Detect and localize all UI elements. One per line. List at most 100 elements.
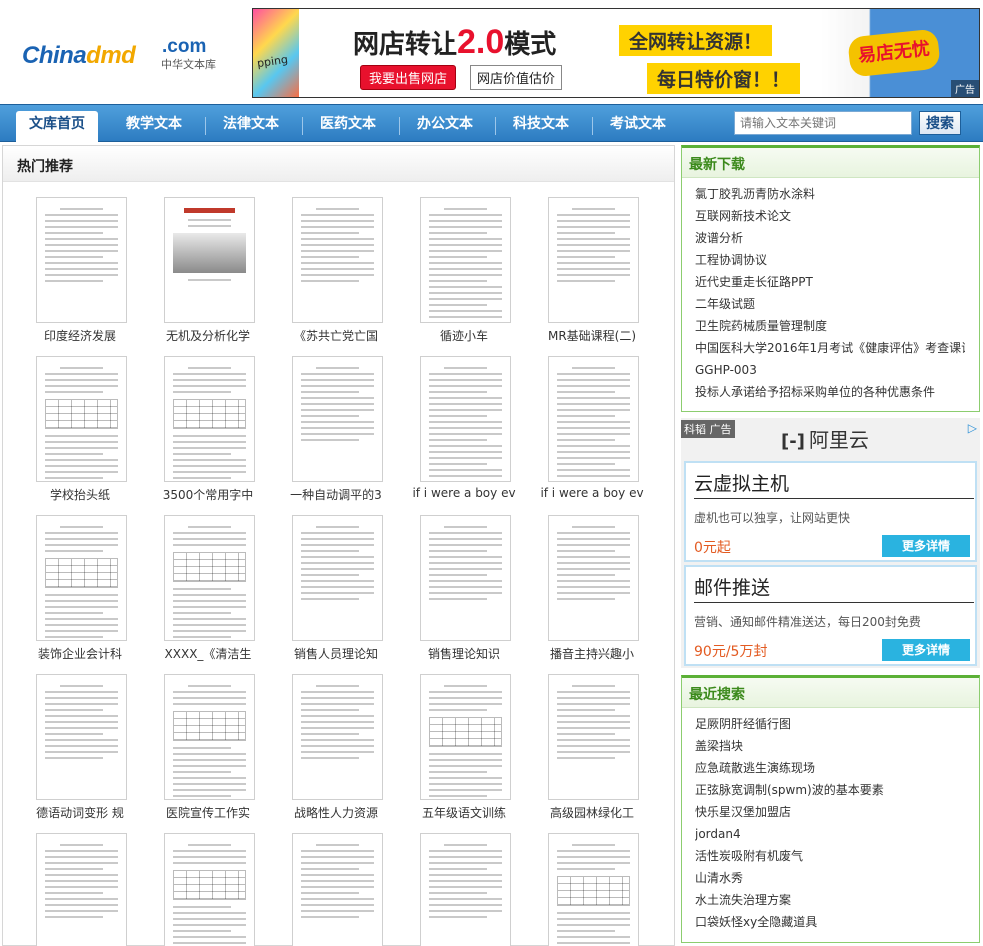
document-card[interactable]: 3500个常用字中 — [145, 356, 265, 516]
document-thumbnail[interactable] — [164, 674, 255, 800]
document-title[interactable]: XXXX_《清洁生 — [149, 645, 267, 662]
document-title[interactable]: 一种自动调平的3 — [277, 486, 395, 503]
document-card[interactable]: 战略性人力资源 — [273, 674, 393, 834]
latest-download-link[interactable]: GGHP-003 — [695, 359, 965, 381]
search-button[interactable]: 搜索 — [919, 111, 961, 135]
nav-item-law[interactable]: 法律文本 — [207, 111, 295, 143]
document-card[interactable]: 医院宣传工作实 — [145, 674, 265, 834]
document-card[interactable]: 无机及分析化学 — [145, 197, 265, 357]
document-title[interactable]: 高级园林绿化工 — [533, 804, 651, 821]
latest-download-link[interactable]: 互联网新技术论文 — [695, 205, 965, 227]
document-card[interactable]: 循迹小车 — [401, 197, 521, 357]
document-card[interactable]: 一种自动调平的3 — [273, 356, 393, 516]
sidebar-ad[interactable]: 科韬 广告 ▷ [-] 阿里云 云虚拟主机 虚机也可以独享，让网站更快 0元起 更… — [681, 418, 980, 668]
document-card[interactable] — [145, 833, 265, 946]
document-thumbnail[interactable] — [292, 833, 383, 946]
document-thumbnail[interactable] — [292, 197, 383, 323]
document-card[interactable]: if i were a boy ev — [401, 356, 521, 516]
document-card[interactable] — [273, 833, 393, 946]
document-thumbnail[interactable] — [420, 356, 511, 482]
document-card[interactable] — [529, 833, 649, 946]
latest-download-link[interactable]: 氯丁胶乳沥青防水涂料 — [695, 183, 965, 205]
document-card[interactable]: 播音主持兴趣小 — [529, 515, 649, 675]
ad-choices-icon[interactable]: ▷ — [968, 421, 977, 435]
document-thumbnail[interactable] — [292, 356, 383, 482]
document-thumbnail[interactable] — [420, 674, 511, 800]
document-thumbnail[interactable] — [548, 515, 639, 641]
document-thumbnail[interactable] — [420, 515, 511, 641]
document-title[interactable]: MR基础课程(二) — [533, 327, 651, 344]
ad-card-hosting[interactable]: 云虚拟主机 虚机也可以独享，让网站更快 0元起 更多详情 — [684, 461, 977, 562]
document-thumbnail[interactable] — [36, 515, 127, 641]
document-title[interactable]: if i were a boy ev — [405, 486, 523, 500]
document-thumbnail[interactable] — [36, 197, 127, 323]
recent-search-link[interactable]: 活性炭吸附有机废气 — [695, 845, 965, 867]
recent-search-link[interactable]: 盖梁挡块 — [695, 735, 965, 757]
document-thumbnail[interactable] — [36, 356, 127, 482]
nav-item-teaching[interactable]: 教学文本 — [110, 111, 198, 143]
banner-value-button[interactable]: 网店价值估价 — [470, 65, 563, 90]
latest-download-link[interactable]: 近代史重走长征路PPT — [695, 271, 965, 293]
recent-search-link[interactable]: 应急疏散逃生演练现场 — [695, 757, 965, 779]
ad-card-more-button[interactable]: 更多详情 — [882, 535, 970, 557]
latest-download-link[interactable]: 工程协调协议 — [695, 249, 965, 271]
document-card[interactable]: if i were a boy ev — [529, 356, 649, 516]
latest-download-link[interactable]: 波谱分析 — [695, 227, 965, 249]
nav-item-office[interactable]: 办公文本 — [401, 111, 489, 143]
document-title[interactable]: 装饰企业会计科 — [21, 645, 139, 662]
document-title[interactable]: 播音主持兴趣小 — [533, 645, 651, 662]
latest-download-link[interactable]: 中国医科大学2016年1月考试《健康评估》考查课试题 — [695, 337, 965, 359]
latest-download-link[interactable]: 卫生院药械质量管理制度 — [695, 315, 965, 337]
document-title[interactable]: 学校抬头纸 — [21, 486, 139, 503]
document-card[interactable]: 装饰企业会计科 — [17, 515, 137, 675]
nav-item-exam[interactable]: 考试文本 — [594, 111, 682, 143]
document-card[interactable]: MR基础课程(二) — [529, 197, 649, 357]
nav-item-tech[interactable]: 科技文本 — [497, 111, 585, 143]
recent-search-link[interactable]: 快乐星汉堡加盟店 — [695, 801, 965, 823]
recent-search-link[interactable]: 山清水秀 — [695, 867, 965, 889]
banner-sell-button[interactable]: 我要出售网店 — [360, 65, 457, 90]
recent-search-link[interactable]: 足厥阴肝经循行图 — [695, 713, 965, 735]
ad-card-more-button[interactable]: 更多详情 — [882, 639, 970, 661]
latest-download-link[interactable]: 投标人承诺给予招标采购单位的各种优惠条件 — [695, 381, 965, 403]
document-card[interactable]: XXXX_《清洁生 — [145, 515, 265, 675]
document-card[interactable]: 学校抬头纸 — [17, 356, 137, 516]
document-card[interactable] — [17, 833, 137, 946]
document-card[interactable]: 高级园林绿化工 — [529, 674, 649, 834]
recent-search-link[interactable]: 口袋妖怪xy全隐藏道具 — [695, 911, 965, 933]
document-thumbnail[interactable] — [420, 833, 511, 946]
document-card[interactable]: 销售人员理论知 — [273, 515, 393, 675]
document-thumbnail[interactable] — [164, 833, 255, 946]
document-thumbnail[interactable] — [164, 356, 255, 482]
latest-download-link[interactable]: 二年级试题 — [695, 293, 965, 315]
document-title[interactable]: if i were a boy ev — [533, 486, 651, 500]
document-title[interactable]: 销售人员理论知 — [277, 645, 395, 662]
document-card[interactable]: 五年级语文训练 — [401, 674, 521, 834]
document-thumbnail[interactable] — [420, 197, 511, 323]
document-title[interactable]: 德语动词变形 规 — [21, 804, 139, 821]
document-title[interactable]: 《苏共亡党亡国 — [277, 327, 395, 344]
search-input[interactable] — [734, 111, 912, 135]
document-thumbnail[interactable] — [36, 674, 127, 800]
document-title[interactable]: 五年级语文训练 — [405, 804, 523, 821]
document-thumbnail[interactable] — [548, 833, 639, 946]
document-title[interactable]: 印度经济发展 — [21, 327, 139, 344]
document-title[interactable]: 战略性人力资源 — [277, 804, 395, 821]
ad-banner[interactable]: pping 网店转让2.0模式 我要出售网店 网店价值估价 全网转让资源！ 每日… — [252, 8, 980, 98]
nav-item-medicine[interactable]: 医药文本 — [304, 111, 392, 143]
site-logo[interactable]: Chinadmd .com 中华文本库 — [22, 36, 232, 76]
document-thumbnail[interactable] — [164, 197, 255, 323]
recent-search-link[interactable]: 水土流失治理方案 — [695, 889, 965, 911]
document-thumbnail[interactable] — [548, 674, 639, 800]
document-thumbnail[interactable] — [292, 515, 383, 641]
ad-card-mail[interactable]: 邮件推送 营销、通知邮件精准送达，每日200封免费 90元/5万封 更多详情 — [684, 565, 977, 666]
recent-search-link[interactable]: 正弦脉宽调制(spwm)波的基本要素 — [695, 779, 965, 801]
document-thumbnail[interactable] — [548, 356, 639, 482]
document-title[interactable]: 无机及分析化学 — [149, 327, 267, 344]
document-card[interactable]: 《苏共亡党亡国 — [273, 197, 393, 357]
document-title[interactable]: 循迹小车 — [405, 327, 523, 344]
document-title[interactable]: 销售理论知识 — [405, 645, 523, 662]
document-thumbnail[interactable] — [548, 197, 639, 323]
document-card[interactable] — [401, 833, 521, 946]
document-title[interactable]: 医院宣传工作实 — [149, 804, 267, 821]
